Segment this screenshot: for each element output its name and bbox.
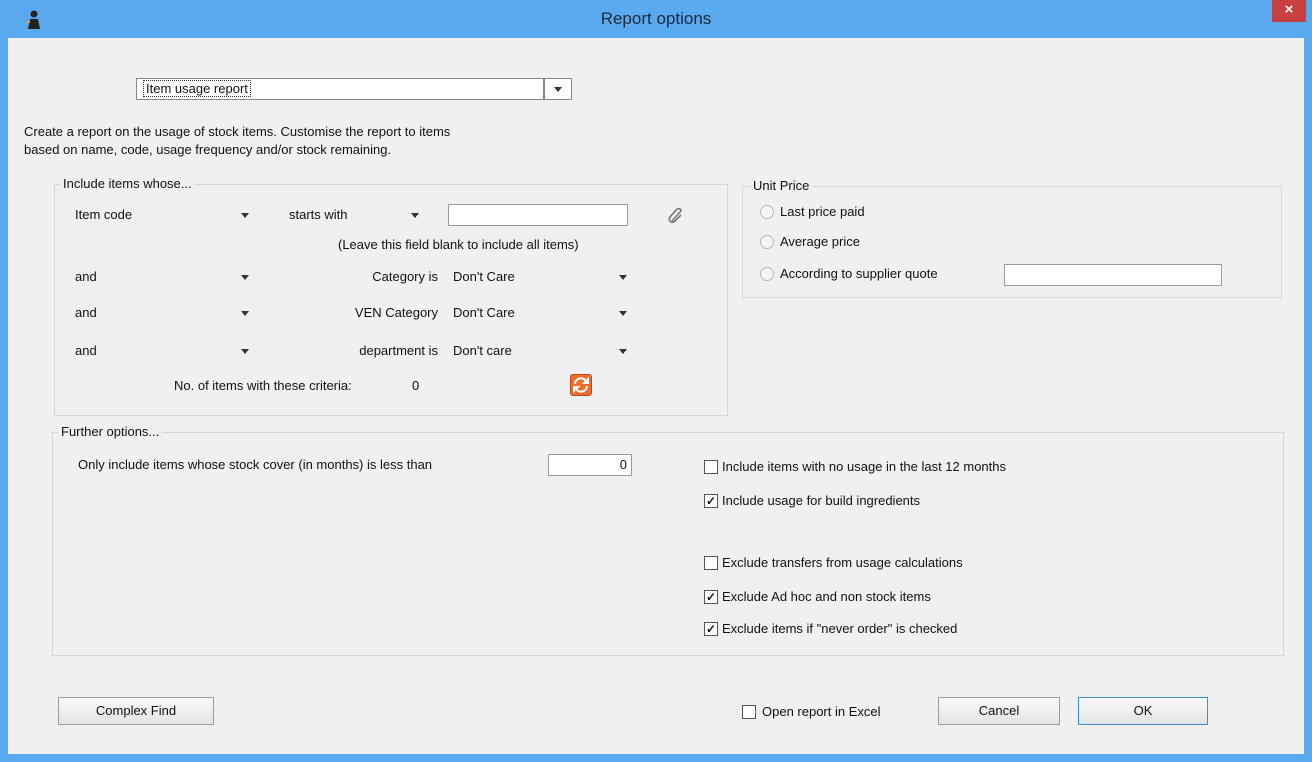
supplier-quote-label: According to supplier quote xyxy=(780,266,938,281)
report-type-dropdown-button[interactable] xyxy=(544,78,572,100)
include-items-group-title: Include items whose... xyxy=(60,176,195,191)
average-price-label: Average price xyxy=(780,234,860,249)
report-type-select[interactable]: Item usage report xyxy=(136,78,544,100)
category-select[interactable]: Don't Care xyxy=(446,266,636,288)
further-options-group-title: Further options... xyxy=(58,424,163,439)
checkbox-exclude-adhoc[interactable]: ✓ xyxy=(704,590,718,604)
conj-select-1[interactable]: and xyxy=(68,266,258,288)
description-line-1: Create a report on the usage of stock it… xyxy=(24,124,451,139)
checkbox-exclude-transfers[interactable] xyxy=(704,556,718,570)
stock-cover-label: Only include items whose stock cover (in… xyxy=(78,457,433,472)
checkbox-never-order[interactable]: ✓ xyxy=(704,622,718,636)
dialog-body: Item usage report Create a report on the… xyxy=(8,38,1304,754)
refresh-icon xyxy=(573,376,589,394)
description-line-2: based on name, code, usage frequency and… xyxy=(24,142,392,157)
operator-select-value: starts with xyxy=(289,207,348,222)
report-type-value: Item usage report xyxy=(143,80,251,97)
conj-value-3: and xyxy=(75,343,97,358)
conj-value-2: and xyxy=(75,305,97,320)
exclude-transfers-label: Exclude transfers from usage calculation… xyxy=(722,555,963,570)
radio-average-price[interactable] xyxy=(760,235,774,249)
checkmark-icon: ✓ xyxy=(705,494,717,508)
checkbox-build-ingredients[interactable]: ✓ xyxy=(704,494,718,508)
item-count-value: 0 xyxy=(412,378,420,393)
stock-cover-input[interactable]: 0 xyxy=(548,454,632,476)
close-button[interactable]: × xyxy=(1272,0,1306,22)
conj-value-1: and xyxy=(75,269,97,284)
chevron-down-icon xyxy=(619,275,627,280)
unit-price-group-title: Unit Price xyxy=(750,178,813,193)
chevron-down-icon xyxy=(241,213,249,218)
last-price-label: Last price paid xyxy=(780,204,865,219)
checkmark-icon: ✓ xyxy=(705,622,717,636)
stock-cover-value: 0 xyxy=(619,457,627,472)
close-icon: × xyxy=(1284,1,1294,18)
department-value: Don't care xyxy=(453,343,512,358)
department-select[interactable]: Don't care xyxy=(446,340,636,362)
chevron-down-icon xyxy=(554,87,562,92)
cancel-button[interactable]: Cancel xyxy=(938,697,1060,725)
category-value: Don't Care xyxy=(453,269,515,284)
department-label: department is xyxy=(359,343,438,358)
conj-select-2[interactable]: and xyxy=(68,302,258,324)
ok-button[interactable]: OK xyxy=(1078,697,1208,725)
radio-supplier-quote[interactable] xyxy=(760,267,774,281)
window-title: Report options xyxy=(600,9,712,28)
paperclip-icon[interactable] xyxy=(666,206,686,226)
operator-select[interactable]: starts with xyxy=(282,204,428,226)
filter-hint: (Leave this field blank to include all i… xyxy=(338,237,579,252)
open-excel-label: Open report in Excel xyxy=(762,704,881,719)
category-label: Category is xyxy=(372,269,438,284)
title-bar[interactable]: Report options × xyxy=(0,0,1312,38)
report-options-window: Report options × Item usage report Creat… xyxy=(0,0,1312,762)
item-filter-input[interactable] xyxy=(448,204,628,226)
field-select-value: Item code xyxy=(75,207,133,222)
chevron-down-icon xyxy=(619,349,627,354)
radio-last-price[interactable] xyxy=(760,205,774,219)
supplier-quote-input[interactable] xyxy=(1004,264,1222,286)
no-usage-label: Include items with no usage in the last … xyxy=(722,459,1006,474)
ven-category-value: Don't Care xyxy=(453,305,515,320)
checkbox-no-usage[interactable] xyxy=(704,460,718,474)
complex-find-button[interactable]: Complex Find xyxy=(58,697,214,725)
ven-category-label: VEN Category xyxy=(354,305,438,320)
chevron-down-icon xyxy=(619,311,627,316)
checkmark-icon: ✓ xyxy=(705,590,717,604)
chevron-down-icon xyxy=(241,349,249,354)
exclude-adhoc-label: Exclude Ad hoc and non stock items xyxy=(722,589,931,604)
ven-category-select[interactable]: Don't Care xyxy=(446,302,636,324)
field-select[interactable]: Item code xyxy=(68,204,258,226)
item-count-label: No. of items with these criteria: xyxy=(174,378,352,393)
refresh-button[interactable] xyxy=(570,374,592,396)
conj-select-3[interactable]: and xyxy=(68,340,258,362)
chevron-down-icon xyxy=(241,275,249,280)
chevron-down-icon xyxy=(241,311,249,316)
build-ingredients-label: Include usage for build ingredients xyxy=(722,493,921,508)
checkbox-open-excel[interactable] xyxy=(742,705,756,719)
chevron-down-icon xyxy=(411,213,419,218)
never-order-label: Exclude items if "never order" is checke… xyxy=(722,621,958,636)
